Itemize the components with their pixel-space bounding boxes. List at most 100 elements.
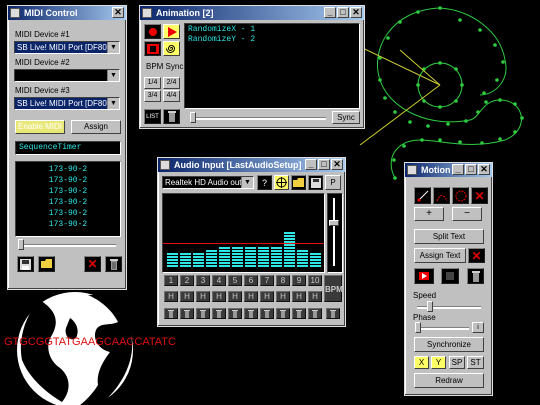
band-button-5[interactable]: 5 (228, 275, 242, 286)
path-node[interactable] (484, 100, 488, 104)
audio-device-select[interactable]: Realtek HD Audio output ▼ (162, 176, 254, 189)
midi-device-1-select[interactable]: SB Live! MIDI Port [DF80] ▼ (14, 41, 120, 54)
path-node[interactable] (383, 96, 387, 100)
path-node[interactable] (464, 119, 468, 123)
motion-titlebar[interactable]: Motion _ □ ✕ (405, 163, 492, 177)
band-hold-button[interactable]: H (164, 291, 178, 302)
path-node[interactable] (458, 18, 462, 22)
midi-control-titlebar[interactable]: MIDI Control ✕ (8, 6, 126, 20)
target-icon[interactable] (274, 175, 289, 190)
band-hold-button[interactable]: H (260, 291, 274, 302)
path-node[interactable] (422, 99, 426, 103)
spiral-icon[interactable] (163, 41, 180, 56)
phase-slider-thumb[interactable] (415, 322, 421, 333)
list-item[interactable]: 173-90-2 (16, 164, 120, 175)
maximize-icon[interactable]: □ (465, 164, 477, 175)
minimize-icon[interactable]: _ (452, 164, 464, 175)
threshold-line[interactable] (163, 243, 324, 244)
path-node[interactable] (393, 176, 397, 180)
animation-titlebar[interactable]: Animation [2] _ □ ✕ (140, 6, 364, 20)
st-button[interactable]: ST (467, 356, 484, 369)
band-hold-button[interactable]: H (276, 291, 290, 302)
list-item[interactable]: 173-90-2 (16, 208, 120, 219)
chevron-down-icon[interactable]: ▼ (241, 177, 253, 188)
path-node[interactable] (438, 105, 442, 109)
p-button[interactable]: P (325, 175, 341, 190)
midi-mapping-list[interactable]: 173-90-2 173-90-2 173-90-2 173-90-2 173-90-2… (15, 161, 121, 237)
help-button[interactable]: ? (257, 175, 272, 190)
path-node[interactable] (386, 36, 390, 40)
path-node[interactable] (378, 78, 382, 82)
synchronize-button[interactable]: Synchronize (414, 337, 484, 352)
path-node[interactable] (498, 98, 502, 102)
animation-script-list[interactable]: RandomizeX - 1 RandomizeY - 2 (184, 23, 360, 109)
speed-slider-thumb[interactable] (427, 301, 433, 312)
folder-icon[interactable] (38, 256, 55, 272)
delete-icon[interactable]: ✕ (471, 187, 488, 204)
minimize-icon[interactable]: _ (324, 7, 336, 18)
band-button-4[interactable]: 4 (212, 275, 226, 286)
band-button-8[interactable]: 8 (276, 275, 290, 286)
y-axis-toggle[interactable]: Y (431, 356, 446, 369)
close-icon[interactable]: ✕ (350, 7, 362, 18)
band-button-10[interactable]: 10 (308, 275, 322, 286)
phase-slider[interactable] (417, 327, 469, 330)
list-item[interactable]: RandomizeY - 2 (188, 35, 356, 45)
path-node[interactable] (495, 78, 499, 82)
time-sig-4-4[interactable]: 4/4 (163, 90, 180, 102)
chevron-down-icon[interactable]: ▼ (107, 98, 119, 109)
band-button-2[interactable]: 2 (180, 275, 194, 286)
band-hold-button[interactable]: H (196, 291, 210, 302)
sp-button[interactable]: SP (449, 356, 465, 369)
time-sig-3-4[interactable]: 3/4 (144, 90, 161, 102)
maximize-icon[interactable]: □ (318, 159, 330, 170)
path-node[interactable] (482, 91, 486, 95)
remove-point-button[interactable]: − (452, 207, 482, 221)
animation-slider[interactable] (192, 117, 326, 120)
trash-icon[interactable] (164, 308, 178, 319)
band-button-9[interactable]: 9 (292, 275, 306, 286)
path-node[interactable] (498, 137, 502, 141)
list-button[interactable]: LIST (144, 109, 161, 124)
trash-icon[interactable] (228, 308, 242, 319)
assign-text-button[interactable]: Assign Text (414, 248, 466, 263)
stop-icon[interactable] (441, 268, 459, 284)
band-hold-button[interactable]: H (228, 291, 242, 302)
chevron-down-icon[interactable]: ▼ (107, 70, 119, 81)
list-item[interactable]: RandomizeX - 1 (188, 25, 356, 35)
path-node[interactable] (420, 138, 424, 142)
midi-slider[interactable] (20, 244, 116, 247)
enable-midi-button[interactable]: Enable MIDI (15, 120, 65, 134)
path-node[interactable] (478, 28, 482, 32)
gain-slider[interactable] (327, 193, 343, 273)
trash-icon[interactable] (276, 308, 290, 319)
band-hold-button[interactable]: H (244, 291, 258, 302)
band-button-3[interactable]: 3 (196, 275, 210, 286)
time-sig-1-4[interactable]: 1/4 (144, 77, 161, 89)
x-axis-toggle[interactable]: X (414, 356, 429, 369)
path-node[interactable] (446, 122, 450, 126)
path-node[interactable] (454, 67, 458, 71)
band-button-6[interactable]: 6 (244, 275, 258, 286)
pen-icon[interactable] (414, 187, 431, 204)
trash-icon[interactable] (260, 308, 274, 319)
list-item[interactable]: 173-90-2 (16, 175, 120, 186)
path-node[interactable] (438, 61, 442, 65)
trash-icon[interactable] (244, 308, 258, 319)
path-node[interactable] (392, 158, 396, 162)
midi-device-3-select[interactable]: SB Live! MIDI Port [DF80] ▼ (14, 97, 120, 110)
path-node[interactable] (513, 102, 517, 106)
trash-icon[interactable] (292, 308, 306, 319)
list-item[interactable]: 173-90-2 (16, 197, 120, 208)
band-button-7[interactable]: 7 (260, 275, 274, 286)
record-icon[interactable] (144, 24, 161, 39)
path-node[interactable] (480, 141, 484, 145)
path-node[interactable] (520, 116, 524, 120)
band-hold-button[interactable]: H (308, 291, 322, 302)
path-node[interactable] (416, 10, 420, 14)
path-node[interactable] (402, 144, 406, 148)
list-item[interactable]: 173-90-2 (16, 186, 120, 197)
chevron-down-icon[interactable]: ▼ (107, 42, 119, 53)
trash-icon[interactable] (180, 308, 194, 319)
path-node[interactable] (438, 6, 442, 10)
